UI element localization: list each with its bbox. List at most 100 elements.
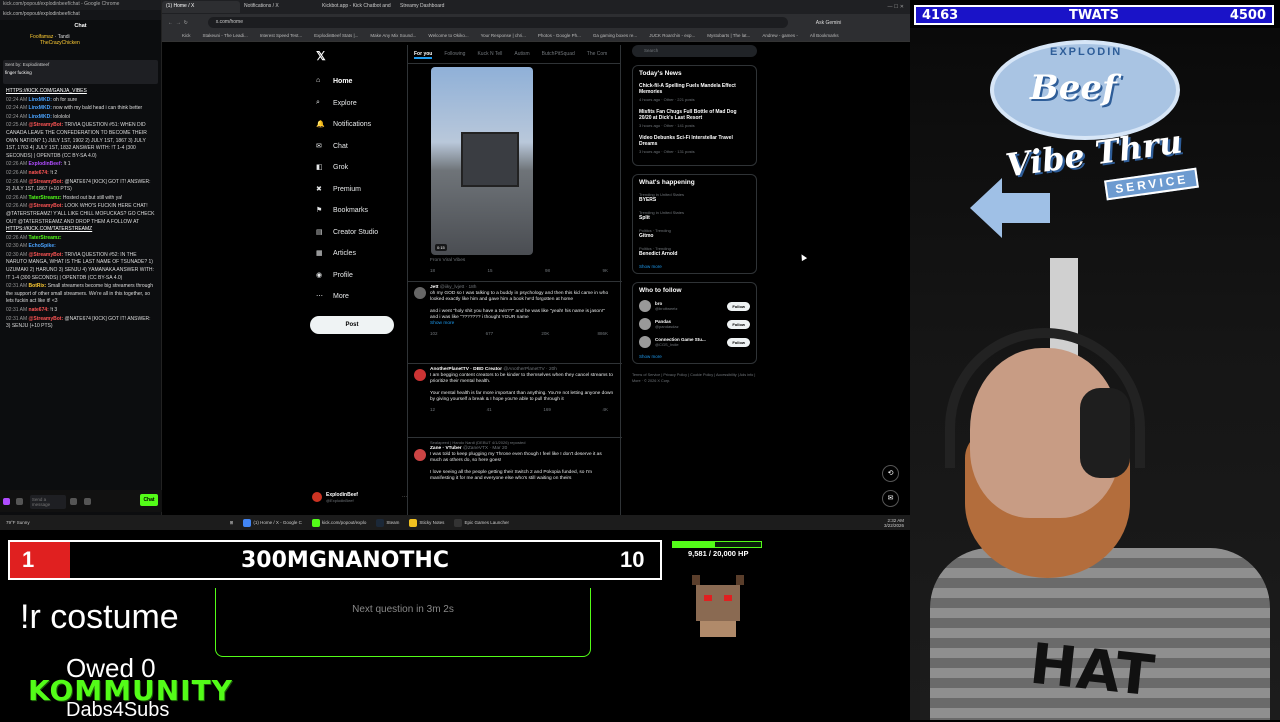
taskbar-epic[interactable]: Epic Games Launcher xyxy=(454,518,509,527)
reply-count[interactable]: 102 xyxy=(430,331,438,337)
message-username[interactable]: nate674: xyxy=(29,170,49,176)
message-username[interactable]: TaterStreamz: xyxy=(29,235,62,241)
avatar[interactable] xyxy=(414,287,426,299)
like-count[interactable]: 20K xyxy=(541,331,549,337)
chat-message-input[interactable]: Send a message xyxy=(29,494,66,509)
nav-notifications[interactable]: 🔔 Notifications xyxy=(310,114,405,136)
follow-suggestion[interactable]: Connection Game Stu... @CGS_Indie Follow xyxy=(639,336,750,348)
feed-tab[interactable]: For you xyxy=(414,51,433,59)
message-username[interactable]: @StreamyBot: xyxy=(29,179,64,185)
reply-count[interactable]: 18 xyxy=(430,268,435,274)
bookmark-item[interactable]: ExplodinBeef Stats |... xyxy=(314,33,358,39)
trend-item[interactable]: Trending in United States BYERS xyxy=(639,192,750,203)
weather-widget[interactable]: 79°F Sunny xyxy=(6,520,30,525)
chat-send-button[interactable]: Chat xyxy=(140,494,158,506)
nav-explore[interactable]: ⌕ Explore xyxy=(310,93,405,115)
tweet-anotherplanet[interactable]: AnotherPlanetTV · DBD Creator @AnotherPl… xyxy=(408,367,622,413)
feed-tab[interactable]: ButchPitSquad xyxy=(542,51,575,59)
view-count[interactable]: 886K xyxy=(597,331,608,337)
gift-icon[interactable] xyxy=(16,498,24,506)
nav-chat[interactable]: ✉ Chat xyxy=(310,136,405,158)
window-controls[interactable]: — ☐ ✕ xyxy=(888,4,910,10)
settings-gear-icon[interactable] xyxy=(83,498,91,506)
nav-articles[interactable]: ▦ Articles xyxy=(310,243,405,265)
message-username[interactable]: TaterStreamz: xyxy=(29,195,62,201)
top-user-3[interactable]: TheCrazyChicken xyxy=(30,40,131,46)
start-icon[interactable]: ⊞ xyxy=(230,520,234,526)
nav-grok[interactable]: ◧ Grok xyxy=(310,157,405,179)
taskbar-sticky-notes[interactable]: Sticky Notes xyxy=(409,518,444,527)
bookmark-item[interactable]: Welcome to Okiko... xyxy=(428,33,468,39)
avatar[interactable] xyxy=(639,318,651,330)
trend-item[interactable]: Politics · Trending Benedict Arnold xyxy=(639,246,750,257)
bookmark-item[interactable]: All Bookmarks xyxy=(810,33,839,39)
show-more-link[interactable]: Show more xyxy=(639,264,750,269)
avatar[interactable] xyxy=(639,336,651,348)
emote-icon[interactable] xyxy=(3,498,10,506)
forward-icon[interactable]: → xyxy=(176,20,181,26)
message-username[interactable]: EchoSpike: xyxy=(29,243,56,249)
message-username[interactable]: BotRix: xyxy=(29,283,47,289)
tab-streamy[interactable]: Streamy Dashboard xyxy=(396,1,474,13)
nav-creator-studio[interactable]: ▤ Creator Studio xyxy=(310,222,405,244)
feed-tab[interactable]: Autism xyxy=(514,51,529,59)
feed-tab[interactable]: The Com xyxy=(587,51,608,59)
tab-x-notifications[interactable]: Notifications / X xyxy=(240,1,318,13)
nav-bookmarks[interactable]: ⚑ Bookmarks xyxy=(310,200,405,222)
avatar[interactable] xyxy=(414,369,426,381)
show-more-link[interactable]: Show more xyxy=(639,354,750,359)
bookmark-item[interactable]: Stakeuni - The Leadi... xyxy=(203,33,248,39)
tweet-jett[interactable]: Jett @iiky_lvjett · 18h oh my GOD so I w… xyxy=(408,285,622,337)
show-more-link[interactable]: Show more xyxy=(430,321,614,327)
message-username[interactable]: ExplodinBeef: xyxy=(29,161,63,167)
repost-count[interactable]: 15 xyxy=(487,268,492,274)
tab-x-home[interactable]: (1) Home / X xyxy=(162,1,240,13)
bookmark-item[interactable]: Kick xyxy=(182,33,191,39)
reload-icon[interactable]: ↻ xyxy=(184,20,188,26)
tweet-zane[interactable]: Sealapeed | Hando Nardi (DEBUT 4/1/2026)… xyxy=(408,440,622,482)
repost-count[interactable]: 41 xyxy=(487,407,492,413)
message-link[interactable]: HTTPS://KICK.COM/GANJA_VIBES xyxy=(6,88,87,94)
url-field[interactable]: x.com/home xyxy=(207,17,788,28)
news-item[interactable]: Misfits Fan Chugs Full Bottle of Mad Dog… xyxy=(639,109,750,128)
message-username[interactable]: @StreamyBot: xyxy=(29,252,64,258)
message-username[interactable]: @StreamyBot: xyxy=(29,122,64,128)
bookmark-item[interactable]: Andrew - games - xyxy=(762,33,798,39)
reply-count[interactable]: 12 xyxy=(430,407,435,413)
nav-home[interactable]: ⌂ Home xyxy=(310,71,405,93)
chat-address-bar[interactable]: kick.com/popout/explodinbeef/chat xyxy=(0,10,161,20)
grok-icon[interactable]: ⟲ xyxy=(882,465,899,482)
emoji-icon[interactable] xyxy=(70,498,78,506)
account-switcher[interactable]: ExplodinBeef @ExplodinBeef ··· xyxy=(312,488,407,506)
repost-count[interactable]: 677 xyxy=(486,331,494,337)
post-button[interactable]: Post xyxy=(310,315,394,334)
message-username[interactable]: nate674: xyxy=(29,307,49,313)
bookmark-item[interactable]: Interest Speed Test... xyxy=(260,33,302,39)
follow-button[interactable]: Follow xyxy=(727,301,750,311)
back-icon[interactable]: ← xyxy=(168,20,173,26)
message-username[interactable]: @StreamyBot: xyxy=(29,203,64,209)
feed-tab[interactable]: Following xyxy=(444,51,465,59)
search-input[interactable]: Search xyxy=(632,45,757,57)
view-count[interactable]: 9K xyxy=(602,268,608,274)
bookmark-item[interactable]: Mystobarts | The lat... xyxy=(707,33,750,39)
follow-button[interactable]: Follow xyxy=(727,319,750,329)
messages-icon[interactable]: ✉ xyxy=(882,490,899,507)
bookmark-item[interactable]: Make Any Mix Sound... xyxy=(370,33,416,39)
message-username[interactable]: LinxMKD: xyxy=(29,114,52,120)
avatar[interactable] xyxy=(639,300,651,312)
view-count[interactable]: 4K xyxy=(602,407,608,413)
nav-profile[interactable]: ◉ Profile xyxy=(310,265,405,287)
follow-suggestion[interactable]: Pandas @pandasdaz Follow xyxy=(639,318,750,330)
trend-item[interactable]: Trending in United States Split xyxy=(639,210,750,221)
message-username[interactable]: LinxMKD: xyxy=(29,105,52,111)
x-logo-icon[interactable]: 𝕏 xyxy=(316,49,405,63)
news-item[interactable]: Video Debunks Sci-Fi Interstellar Travel… xyxy=(639,135,750,154)
like-count[interactable]: 169 xyxy=(543,407,551,413)
follow-suggestion[interactable]: bro @brottweetz Follow xyxy=(639,300,750,312)
bookmark-item[interactable]: Ga gaming boxes re... xyxy=(593,33,637,39)
bookmark-item[interactable]: JUCK Roarchin - exp... xyxy=(649,33,695,39)
tab-kickbot[interactable]: Kickbot.app - Kick Chatbot and xyxy=(318,1,396,13)
avatar[interactable] xyxy=(414,449,426,461)
taskbar-chrome-kick[interactable]: kick.com/popout/explo xyxy=(311,518,366,527)
